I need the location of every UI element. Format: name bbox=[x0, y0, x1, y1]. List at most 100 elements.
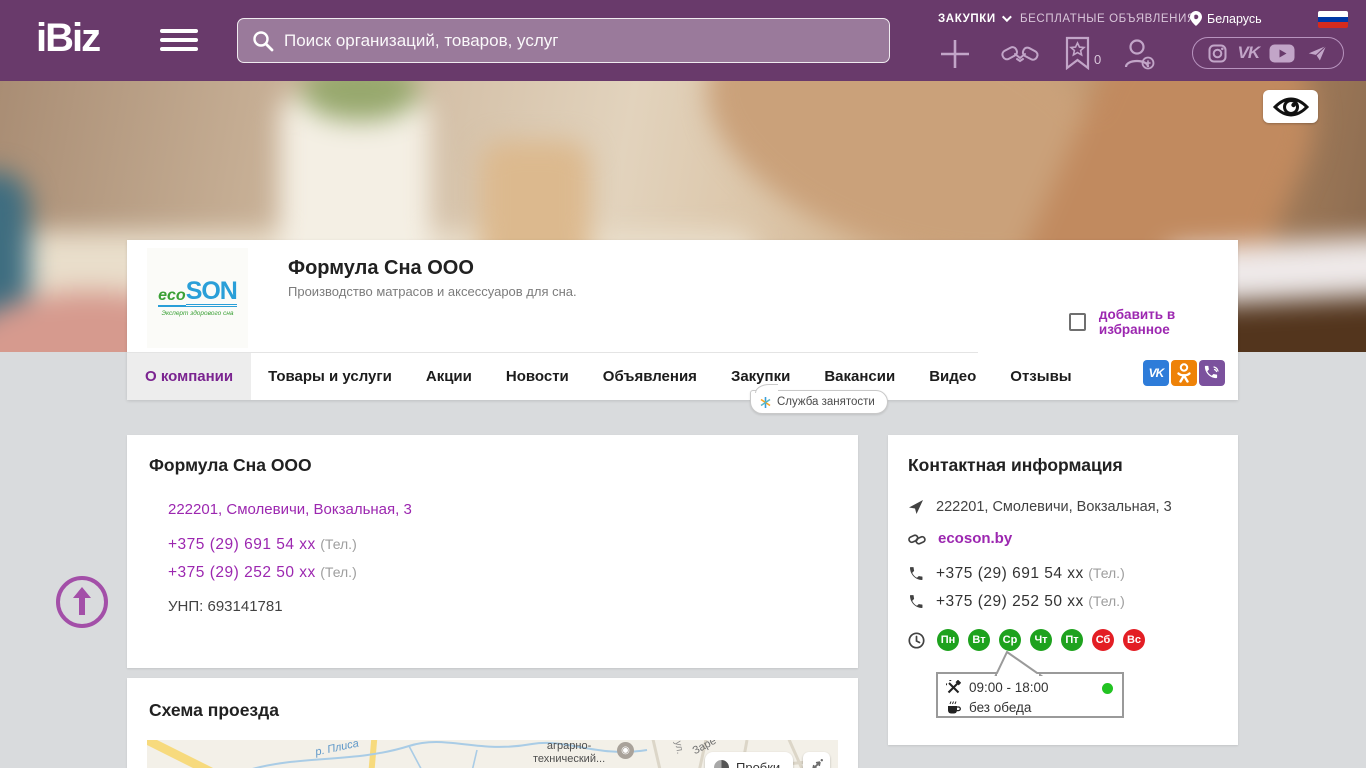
region-selector[interactable]: Беларусь bbox=[1190, 11, 1262, 26]
day-badge-tue[interactable]: Вт bbox=[968, 629, 990, 651]
map-card: Схема проезда р. Плиса аграрно-техническ… bbox=[127, 678, 858, 768]
accessibility-version-button[interactable] bbox=[1263, 90, 1318, 123]
company-logo[interactable]: ecoSON Эксперт здорового сна bbox=[147, 248, 248, 348]
logo-son-text: SON bbox=[186, 279, 237, 307]
contact-info-title: Контактная информация bbox=[908, 455, 1123, 476]
expand-icon bbox=[809, 758, 824, 768]
traffic-light-icon bbox=[714, 760, 729, 768]
phone-link[interactable]: +375 (29) 691 54 xx bbox=[168, 536, 316, 553]
navigation-arrow-icon bbox=[908, 499, 924, 515]
scroll-to-top-button[interactable] bbox=[56, 576, 108, 628]
working-days-row: Пн Вт Ср Чт Пт Сб Вс bbox=[908, 629, 1145, 651]
about-address-link[interactable]: 222201, Смолевичи, Вокзальная, 3 bbox=[168, 501, 412, 518]
company-social-buttons: VK bbox=[1143, 360, 1225, 386]
phone-link[interactable]: +375 (29) 691 54 xx bbox=[936, 565, 1084, 582]
odnoklassniki-icon bbox=[1176, 363, 1192, 383]
day-badge-sat[interactable]: Сб bbox=[1092, 629, 1114, 651]
odnoklassniki-share-button[interactable] bbox=[1171, 360, 1197, 386]
phone-type-label: (Тел.) bbox=[1088, 565, 1124, 581]
about-title: Формула Сна ООО bbox=[149, 455, 312, 476]
chevron-down-icon bbox=[1002, 12, 1012, 22]
favorite-label: добавить в избранное bbox=[1099, 307, 1238, 337]
company-unp: УНП: 693141781 bbox=[168, 598, 283, 615]
vk-share-button[interactable]: VK bbox=[1143, 360, 1169, 386]
about-phone-2: +375 (29) 252 50 xx (Тел.) bbox=[168, 564, 357, 582]
eye-icon bbox=[1272, 95, 1310, 119]
telegram-icon[interactable] bbox=[1306, 43, 1328, 63]
map-poi-icon: ◉ bbox=[617, 742, 634, 759]
bookmark-star-icon bbox=[1064, 36, 1091, 70]
phone-type-label: (Тел.) bbox=[320, 564, 356, 580]
tab-reviews[interactable]: Отзывы bbox=[993, 353, 1088, 400]
viber-button[interactable] bbox=[1199, 360, 1225, 386]
day-badge-sun[interactable]: Вс bbox=[1123, 629, 1145, 651]
tab-news[interactable]: Новости bbox=[489, 353, 586, 400]
vacancy-tooltip-text: Служба занятости bbox=[777, 396, 875, 408]
nav-free-ads[interactable]: БЕСПЛАТНЫЕ ОБЪЯВЛЕНИЯ bbox=[1020, 13, 1196, 25]
map-canvas[interactable]: р. Плиса аграрно-технический... ◉ ул. За… bbox=[147, 740, 838, 768]
search-input[interactable] bbox=[284, 31, 875, 51]
contact-website-row: ecoson.by bbox=[908, 530, 1012, 547]
phone-type-label: (Тел.) bbox=[1088, 593, 1124, 609]
contact-info-card: Контактная информация 222201, Смолевичи,… bbox=[888, 435, 1238, 745]
lunch-info: без обеда bbox=[969, 700, 1031, 715]
favorites-button[interactable] bbox=[1064, 36, 1091, 75]
instagram-icon[interactable] bbox=[1208, 44, 1227, 63]
link-icon bbox=[908, 531, 926, 547]
clock-icon bbox=[908, 632, 925, 649]
logo-eco-text: eco bbox=[158, 288, 186, 307]
add-company-button[interactable] bbox=[938, 37, 972, 76]
website-link[interactable]: ecoson.by bbox=[938, 530, 1012, 547]
search-bar bbox=[237, 18, 890, 63]
plus-icon bbox=[938, 37, 972, 71]
login-register-button[interactable] bbox=[1122, 37, 1156, 76]
hamburger-menu-icon[interactable] bbox=[160, 29, 198, 54]
contact-phone-row-2: +375 (29) 252 50 xx (Тел.) bbox=[908, 593, 1125, 611]
user-add-icon bbox=[1122, 37, 1156, 71]
contact-address-row: 222201, Смолевичи, Вокзальная, 3 bbox=[908, 499, 1172, 515]
add-to-favorites[interactable]: добавить в избранное bbox=[1069, 307, 1238, 337]
region-label: Беларусь bbox=[1207, 12, 1262, 26]
about-card: Формула Сна ООО 222201, Смолевичи, Вокза… bbox=[127, 435, 858, 668]
day-badge-thu[interactable]: Чт bbox=[1030, 629, 1052, 651]
vk-icon[interactable]: VK bbox=[1238, 43, 1260, 63]
search-icon bbox=[252, 30, 274, 52]
open-now-indicator bbox=[1102, 683, 1113, 694]
traffic-toggle-button[interactable]: Пробки bbox=[705, 752, 793, 768]
tab-video[interactable]: Видео bbox=[912, 353, 993, 400]
partners-button[interactable] bbox=[1000, 39, 1040, 74]
tooltip-pointer bbox=[978, 651, 1048, 677]
phone-icon bbox=[908, 594, 924, 610]
traffic-label: Пробки bbox=[736, 760, 780, 768]
contact-address: 222201, Смолевичи, Вокзальная, 3 bbox=[936, 499, 1172, 515]
day-badge-wed[interactable]: Ср bbox=[999, 629, 1021, 651]
employment-service-icon bbox=[760, 397, 771, 408]
company-header-card: ecoSON Эксперт здорового сна Формула Сна… bbox=[127, 240, 1238, 400]
favorite-checkbox[interactable] bbox=[1069, 313, 1086, 331]
phone-link[interactable]: +375 (29) 252 50 xx bbox=[168, 564, 316, 581]
nav-procurement[interactable]: ЗАКУПКИ bbox=[938, 13, 1009, 25]
tab-about[interactable]: О компании bbox=[127, 353, 251, 400]
day-badge-fri[interactable]: Пт bbox=[1061, 629, 1083, 651]
map-fullscreen-button[interactable] bbox=[803, 752, 830, 768]
tab-products[interactable]: Товары и услуги bbox=[251, 353, 409, 400]
tab-promotions[interactable]: Акции bbox=[409, 353, 489, 400]
contact-phone-row-1: +375 (29) 691 54 xx (Тел.) bbox=[908, 565, 1125, 583]
map-poi-label: аграрно-технический... bbox=[533, 740, 605, 766]
tools-icon bbox=[946, 680, 961, 695]
handshake-icon bbox=[1000, 39, 1040, 69]
youtube-icon[interactable] bbox=[1269, 44, 1295, 63]
vk-icon: VK bbox=[1149, 366, 1164, 380]
tab-ads[interactable]: Объявления bbox=[586, 353, 714, 400]
site-logo[interactable]: iBiz bbox=[36, 16, 99, 61]
language-flag-russia[interactable] bbox=[1318, 11, 1348, 28]
company-description: Производство матрасов и аксессуаров для … bbox=[288, 284, 577, 299]
location-pin-icon bbox=[1190, 11, 1202, 26]
coffee-cup-icon bbox=[946, 700, 961, 715]
viber-icon bbox=[1203, 364, 1221, 382]
phone-link[interactable]: +375 (29) 252 50 xx bbox=[936, 593, 1084, 610]
map-street-label: ул. bbox=[672, 740, 685, 755]
phone-type-label: (Тел.) bbox=[320, 536, 356, 552]
phone-icon bbox=[908, 566, 924, 582]
day-badge-mon[interactable]: Пн bbox=[937, 629, 959, 651]
